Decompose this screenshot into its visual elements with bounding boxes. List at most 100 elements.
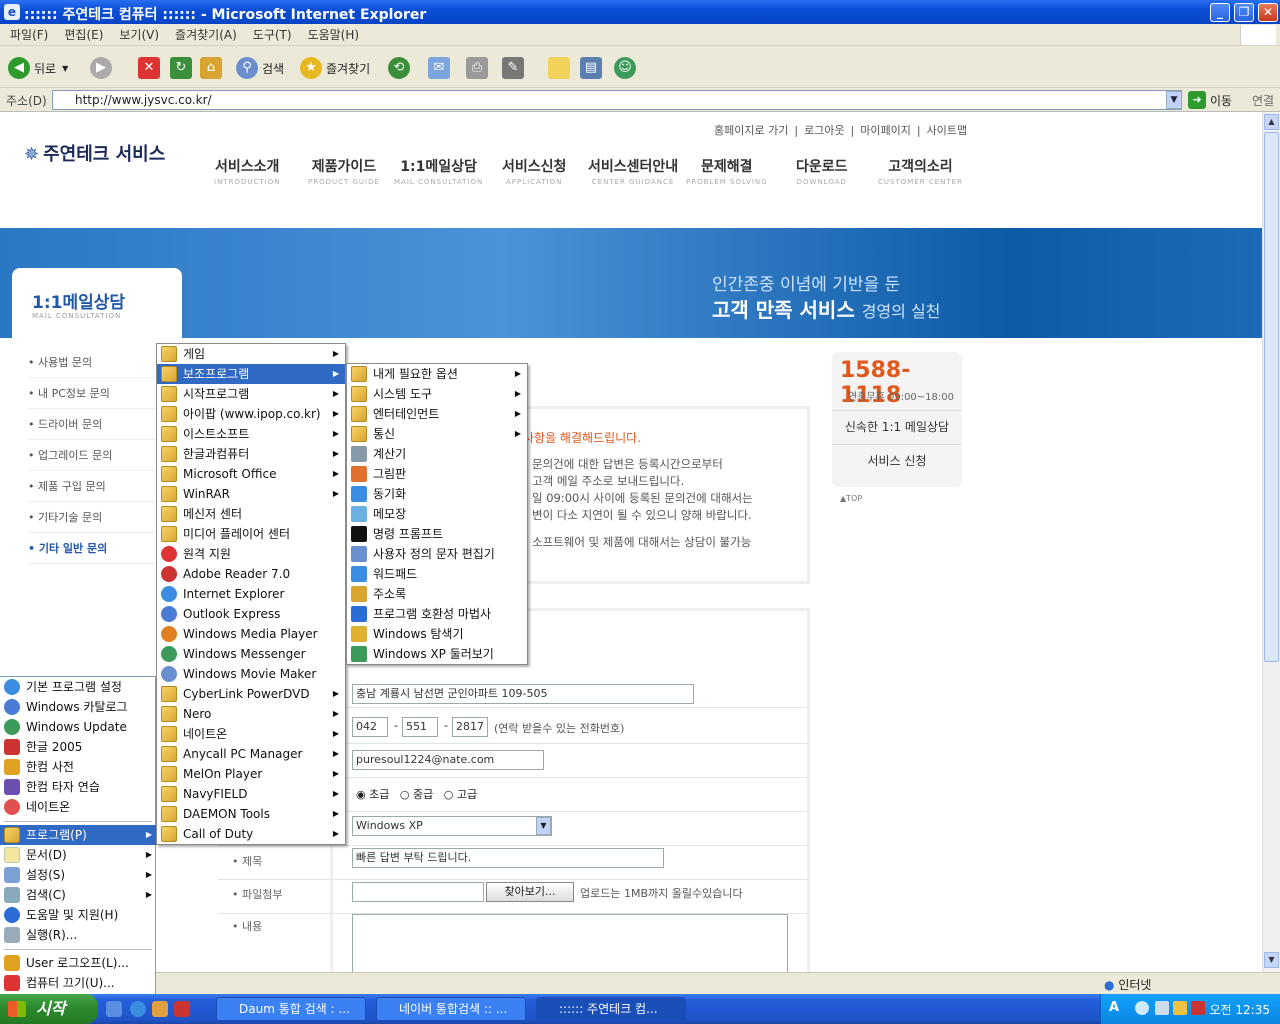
radio-intermediate[interactable]: ○ 중급 xyxy=(400,788,433,801)
nav-intro[interactable]: 서비스소개 INTRODUCTION xyxy=(214,156,280,186)
accessories-item[interactable]: 시스템 도구 ▶ xyxy=(347,384,527,404)
start-item-hangul[interactable]: 한글 2005 xyxy=(0,737,156,757)
nav-product-guide[interactable]: 제품가이드 PRODUCT GUIDE xyxy=(308,156,380,186)
edit-button[interactable]: ✎ xyxy=(502,56,528,80)
accessories-item[interactable]: 주소록 xyxy=(347,584,527,604)
clock[interactable]: 오전 12:35 xyxy=(1210,1001,1270,1018)
start-item-settings[interactable]: 설정(S) ▶ xyxy=(0,865,156,885)
task-naver[interactable]: 네이버 통합검색 :: ... xyxy=(376,997,526,1021)
task-jooyon[interactable]: :::::: 주연테크 컴... xyxy=(536,997,686,1021)
forward-button[interactable]: ▶ xyxy=(90,56,116,80)
phone-field-3[interactable]: 2817 xyxy=(452,717,488,737)
start-item-default-programs[interactable]: 기본 프로그램 설정 xyxy=(0,677,156,697)
phone-field-1[interactable]: 042 xyxy=(352,717,388,737)
site-logo[interactable]: ✵ 주연테크 서비스 xyxy=(24,140,165,166)
scroll-down-icon[interactable]: ▼ xyxy=(1264,952,1279,968)
os-select[interactable]: Windows XP xyxy=(352,816,552,836)
programs-item[interactable]: Outlook Express xyxy=(157,604,345,624)
start-item-programs[interactable]: 프로그램(P) ▶ xyxy=(0,825,156,845)
tray-app-icon[interactable] xyxy=(1191,1001,1205,1015)
print-button[interactable]: ⎙ xyxy=(466,56,492,80)
address-input[interactable]: http://www.jysvc.co.kr/ xyxy=(52,90,1182,110)
refresh-button[interactable]: ↻ xyxy=(170,56,196,80)
links-label[interactable]: 연결 xyxy=(1252,92,1274,109)
accessories-item[interactable]: 사용자 정의 문자 편집기 xyxy=(347,544,527,564)
search-button[interactable]: ⚲ 검색 xyxy=(236,56,284,80)
programs-item[interactable]: Windows Movie Maker xyxy=(157,664,345,684)
warning-icon[interactable] xyxy=(1173,1001,1187,1015)
programs-item[interactable]: 원격 지원 xyxy=(157,544,345,564)
home-link[interactable]: 홈페이지로 가기 xyxy=(714,124,788,137)
programs-item[interactable]: MelOn Player ▶ xyxy=(157,764,345,784)
mail-button[interactable]: ✉ xyxy=(428,56,454,80)
menu-edit[interactable]: 편집(E) xyxy=(64,24,103,46)
programs-item[interactable]: 이스트소프트 ▶ xyxy=(157,424,345,444)
address-field[interactable]: 충남 계룡시 남선면 군인아파트 109-505 xyxy=(352,684,694,704)
accessories-item[interactable]: 그림판 xyxy=(347,464,527,484)
history-button[interactable]: ⟲ xyxy=(388,56,414,80)
accessories-item[interactable]: 내게 필요한 옵션 ▶ xyxy=(347,364,527,384)
accessories-item[interactable]: 통신 ▶ xyxy=(347,424,527,444)
close-button[interactable]: ✕ xyxy=(1258,3,1278,22)
start-item-hancom-dict[interactable]: 한컴 사전 xyxy=(0,757,156,777)
home-button[interactable]: ⌂ xyxy=(200,56,226,80)
programs-item[interactable]: 메신저 센터 xyxy=(157,504,345,524)
menu-tools[interactable]: 도구(T) xyxy=(253,24,292,46)
start-item-shutdown[interactable]: 컴퓨터 끄기(U)... xyxy=(0,973,156,993)
programs-item[interactable]: Anycall PC Manager ▶ xyxy=(157,744,345,764)
scroll-thumb[interactable] xyxy=(1264,132,1279,662)
start-item-help[interactable]: 도움말 및 지원(H) xyxy=(0,905,156,925)
nav-center[interactable]: 서비스센터안내 CENTER GUIDANCE xyxy=(588,156,678,186)
subject-field[interactable]: 빠른 답변 부탁 드립니다. xyxy=(352,848,664,868)
browse-button[interactable]: 찾아보기... xyxy=(486,882,574,902)
maximize-button[interactable]: ❐ xyxy=(1234,3,1254,22)
task-daum[interactable]: Daum 통합 검색 : ... xyxy=(216,997,366,1021)
network-icon[interactable] xyxy=(1155,1001,1169,1015)
programs-item[interactable]: 한글과컴퓨터 ▶ xyxy=(157,444,345,464)
accessories-item[interactable]: 명령 프롬프트 xyxy=(347,524,527,544)
accessories-item[interactable]: 동기화 xyxy=(347,484,527,504)
logout-link[interactable]: 로그아웃 xyxy=(804,124,844,137)
accessories-item[interactable]: 계산기 xyxy=(347,444,527,464)
programs-item[interactable]: Call of Duty ▶ xyxy=(157,824,345,844)
radio-beginner[interactable]: ◉ 초급 xyxy=(356,788,389,801)
quicklaunch-desktop-icon[interactable] xyxy=(106,1001,122,1017)
start-item-windows-catalog[interactable]: Windows 카탈로그 xyxy=(0,697,156,717)
back-button[interactable]: ◀ 뒤로 ▼ xyxy=(8,56,68,80)
programs-item[interactable]: CyberLink PowerDVD ▶ xyxy=(157,684,345,704)
menu-view[interactable]: 보기(V) xyxy=(119,24,159,46)
programs-item[interactable]: 게임 ▶ xyxy=(157,344,345,364)
start-item-typing[interactable]: 한컴 타자 연습 xyxy=(0,777,156,797)
messenger-button[interactable]: ☺ xyxy=(614,56,640,80)
accessories-item[interactable]: 메모장 xyxy=(347,504,527,524)
start-item-documents[interactable]: 문서(D) ▶ xyxy=(0,845,156,865)
content-textarea[interactable] xyxy=(352,914,788,972)
title-bar[interactable]: e :::::: 주연테크 컴퓨터 :::::: - Microsoft Int… xyxy=(0,0,1280,24)
nav-problem-solving[interactable]: 문제해결 PROBLEM SOLVING xyxy=(686,156,768,186)
vertical-scrollbar[interactable]: ▲ ▼ xyxy=(1262,112,1280,972)
top-link[interactable]: ▲TOP xyxy=(840,494,862,503)
email-field[interactable]: puresoul1224@nate.com xyxy=(352,750,544,770)
programs-item[interactable]: Windows Messenger xyxy=(157,644,345,664)
minimize-button[interactable]: _ xyxy=(1210,3,1230,22)
programs-item[interactable]: 아이팝 (www.ipop.co.kr) ▶ xyxy=(157,404,345,424)
radio-advanced[interactable]: ○ 고급 xyxy=(444,788,477,801)
programs-item[interactable]: Nero ▶ xyxy=(157,704,345,724)
discuss-button[interactable] xyxy=(548,56,574,80)
sitemap-link[interactable]: 사이트맵 xyxy=(927,124,967,137)
mypage-link[interactable]: 마이페이지 xyxy=(860,124,911,137)
programs-item[interactable]: 네이트온 ▶ xyxy=(157,724,345,744)
programs-item[interactable]: Windows Media Player xyxy=(157,624,345,644)
start-item-search[interactable]: 검색(C) ▶ xyxy=(0,885,156,905)
accessories-item[interactable]: 프로그램 호환성 마법사 xyxy=(347,604,527,624)
start-item-run[interactable]: 실행(R)... xyxy=(0,925,156,945)
start-item-logoff[interactable]: User 로그오프(L)... xyxy=(0,953,156,973)
quick-service-apply-link[interactable]: 서비스 신청 xyxy=(832,444,962,476)
start-button[interactable]: 시작 xyxy=(0,994,98,1024)
programs-item[interactable]: 보조프로그램 ▶ xyxy=(157,364,345,384)
programs-item[interactable]: 미디어 플레이어 센터 xyxy=(157,524,345,544)
programs-item[interactable]: 시작프로그램 ▶ xyxy=(157,384,345,404)
menu-help[interactable]: 도움말(H) xyxy=(308,24,360,46)
quick-mail-consult-link[interactable]: 신속한 1:1 메일상담 xyxy=(832,410,962,442)
programs-item[interactable]: Internet Explorer xyxy=(157,584,345,604)
